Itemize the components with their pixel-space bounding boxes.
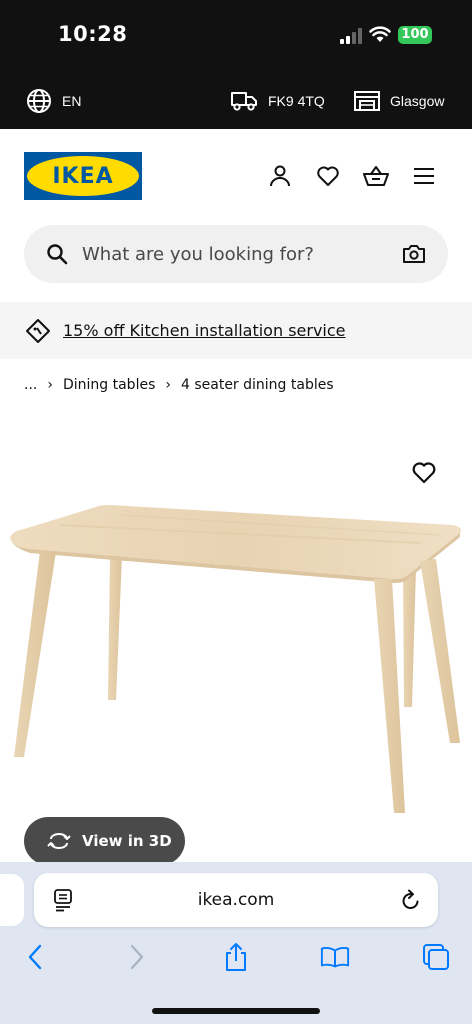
- rotate-3d-icon: [47, 833, 71, 849]
- site-header: IKEA: [0, 129, 472, 224]
- screen: 10:28 100 EN FK9 4TQ Glasgow IKEA What a…: [0, 0, 472, 1024]
- store-icon: [354, 90, 380, 111]
- previous-tab-preview[interactable]: [0, 874, 24, 926]
- discount-tag-icon: [26, 318, 50, 343]
- breadcrumb: ... › Dining tables › 4 seater dining ta…: [24, 375, 334, 395]
- heart-icon: [317, 166, 339, 186]
- chevron-right-icon: ›: [165, 377, 171, 393]
- back-button[interactable]: [20, 942, 50, 972]
- search-icon: [47, 244, 68, 265]
- view-in-3d-button[interactable]: View in 3D: [24, 817, 185, 865]
- postcode-label: FK9 4TQ: [268, 92, 325, 109]
- browser-toolbar: ikea.com: [0, 862, 472, 1024]
- chevron-left-icon: [28, 944, 42, 970]
- camera-search-icon[interactable]: [402, 243, 426, 265]
- wifi-icon: [369, 26, 391, 42]
- share-icon: [226, 943, 246, 971]
- status-time: 10:28: [58, 22, 128, 46]
- home-indicator: [152, 1008, 320, 1014]
- breadcrumb-ellipsis[interactable]: ...: [24, 377, 37, 393]
- user-icon: [270, 165, 290, 187]
- tabs-icon: [423, 944, 449, 970]
- search-bar[interactable]: [24, 225, 448, 283]
- account-button[interactable]: [267, 163, 293, 189]
- share-button[interactable]: [221, 942, 251, 972]
- globe-icon: [27, 88, 51, 113]
- battery-indicator: 100: [398, 26, 432, 44]
- favourites-button[interactable]: [315, 163, 341, 189]
- forward-button[interactable]: [122, 942, 152, 972]
- bookmarks-button[interactable]: [320, 942, 350, 972]
- logo-oval: IKEA: [27, 156, 139, 196]
- product-image-dining-table: [10, 505, 461, 813]
- menu-button[interactable]: [411, 163, 437, 189]
- promo-link[interactable]: 15% off Kitchen installation service: [63, 321, 346, 340]
- breadcrumb-dining-tables[interactable]: Dining tables: [63, 377, 155, 393]
- product-favourite-icon[interactable]: [411, 461, 437, 485]
- language-selector[interactable]: EN: [26, 72, 81, 129]
- search-input[interactable]: [82, 225, 392, 283]
- logo-text: IKEA: [52, 163, 114, 189]
- breadcrumb-4-seater[interactable]: 4 seater dining tables: [181, 377, 334, 393]
- utility-bar: EN FK9 4TQ Glasgow: [0, 72, 472, 129]
- basket-icon: [363, 166, 389, 186]
- book-icon: [320, 947, 350, 968]
- tabs-button[interactable]: [421, 942, 451, 972]
- view-in-3d-label: View in 3D: [82, 832, 172, 850]
- cellular-signal-icon: [340, 28, 362, 44]
- hamburger-menu-icon: [414, 168, 434, 184]
- store-label: Glasgow: [390, 92, 445, 109]
- store-selector[interactable]: Glasgow: [354, 72, 444, 129]
- status-bar: 10:28 100: [0, 0, 472, 72]
- url-text: ikea.com: [197, 890, 275, 910]
- basket-button[interactable]: [363, 163, 389, 189]
- truck-icon: [231, 91, 257, 111]
- chevron-right-icon: [130, 944, 144, 970]
- reload-icon[interactable]: [400, 888, 422, 912]
- address-bar[interactable]: ikea.com: [34, 873, 438, 927]
- language-label: EN: [62, 92, 82, 109]
- ikea-logo[interactable]: IKEA: [24, 152, 142, 200]
- promo-banner[interactable]: 15% off Kitchen installation service: [0, 302, 472, 359]
- delivery-postcode[interactable]: FK9 4TQ: [230, 72, 325, 129]
- chevron-right-icon: ›: [47, 377, 53, 393]
